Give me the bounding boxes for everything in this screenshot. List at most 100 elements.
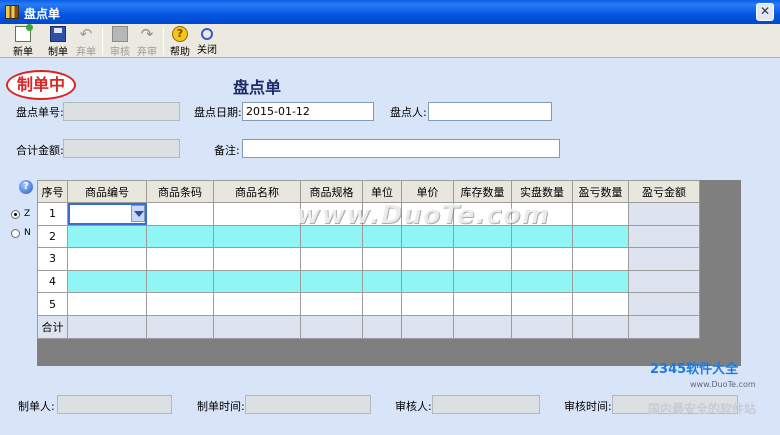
total-cell (401, 314, 454, 339)
grid-cell[interactable] (362, 247, 402, 271)
new-order-button[interactable]: 新单 (9, 24, 37, 58)
product-code-dropdown[interactable] (67, 202, 147, 226)
audit-button[interactable]: 审核 (106, 26, 134, 58)
grid-cell[interactable] (572, 247, 629, 271)
grid-cell[interactable] (146, 224, 214, 249)
grid-cell[interactable] (572, 269, 629, 294)
date-label: 盘点日期: (194, 106, 242, 119)
grid-cell[interactable] (146, 269, 214, 294)
close-button[interactable]: 关闭 (193, 26, 221, 56)
grid-cell[interactable] (300, 292, 363, 316)
grid-cell[interactable] (511, 247, 573, 271)
help-icon: ? (172, 26, 188, 42)
remark-field[interactable] (242, 139, 560, 158)
col-header-name[interactable]: 商品名称 (213, 180, 301, 203)
total-cell (146, 314, 214, 339)
radio-n-label: N (24, 228, 31, 238)
grid-cell (628, 269, 700, 294)
grid-cell[interactable] (213, 292, 301, 316)
total-amount-label: 合计金额: (16, 144, 64, 157)
table-row: 3 (37, 247, 700, 271)
col-header-code[interactable]: 商品编号 (67, 180, 147, 203)
total-amount-field[interactable] (63, 139, 180, 158)
grid-cell[interactable] (146, 247, 214, 271)
table-row: 4 (37, 269, 700, 294)
radio-z[interactable] (11, 210, 20, 219)
grid-cell[interactable] (572, 292, 629, 316)
grid-cell[interactable] (511, 269, 573, 294)
auditor-label: 审核人: (395, 400, 432, 413)
grid-cell[interactable] (213, 269, 301, 294)
toolbar-separator (163, 27, 164, 55)
grid-cell[interactable] (67, 292, 147, 316)
col-header-diff-qty[interactable]: 盈亏数量 (572, 180, 629, 203)
total-cell (511, 314, 573, 339)
undo-icon: ↶ (79, 25, 93, 43)
date-field[interactable]: 2015-01-12 (242, 102, 374, 121)
audit-icon (112, 26, 128, 42)
grid-cell[interactable] (67, 269, 147, 294)
grid-cell[interactable] (300, 247, 363, 271)
row-number: 5 (37, 292, 68, 316)
col-header-seq[interactable]: 序号 (37, 180, 68, 203)
grid-cell[interactable] (572, 202, 629, 226)
maker-label: 制单人: (18, 400, 55, 413)
grid-cell[interactable] (401, 292, 454, 316)
grid-cell[interactable] (572, 224, 629, 249)
abandon-order-button[interactable]: ↶ 弃单 (72, 25, 100, 58)
grid-cell[interactable] (362, 269, 402, 294)
window-close-button[interactable]: ✕ (756, 3, 774, 21)
grid-cell[interactable] (300, 269, 363, 294)
maker-field[interactable] (57, 395, 172, 414)
save-icon (50, 26, 66, 42)
title-bar: 盘点单 ✕ (0, 0, 780, 24)
col-header-barcode[interactable]: 商品条码 (146, 180, 214, 203)
grid-cell (628, 202, 700, 226)
grid-cell[interactable] (453, 247, 512, 271)
order-no-field[interactable] (63, 102, 180, 121)
url-watermark: www.DuoTe.com (690, 380, 756, 389)
grid-cell[interactable] (146, 292, 214, 316)
grid-cell[interactable] (213, 224, 301, 249)
total-row-label: 合计 (37, 314, 68, 339)
chevron-down-icon[interactable] (131, 205, 145, 222)
grid-cell[interactable] (67, 224, 147, 249)
row-number: 3 (37, 247, 68, 271)
radio-n[interactable] (11, 229, 20, 238)
new-document-icon (15, 24, 33, 42)
grid-help-icon[interactable]: ? (19, 180, 33, 194)
duote-watermark: www.DuoTe.com (296, 200, 550, 230)
total-cell (67, 314, 147, 339)
grid-cell[interactable] (146, 202, 214, 226)
total-cell (213, 314, 301, 339)
toolbar: 新单 制单 ↶ 弃单 审核 ↷ 弃审 ? 帮助 关闭 (0, 24, 780, 58)
grid-cell[interactable] (401, 269, 454, 294)
page-title: 盘点单 (233, 78, 282, 97)
grid-cell[interactable] (401, 247, 454, 271)
window-title: 盘点单 (24, 7, 61, 21)
grid-cell[interactable] (362, 292, 402, 316)
grid-cell[interactable] (453, 292, 512, 316)
total-row: 合计 (37, 314, 700, 339)
audit-time-label: 审核时间: (564, 400, 612, 413)
grid-cell[interactable] (511, 292, 573, 316)
make-time-label: 制单时间: (197, 400, 245, 413)
row-number: 2 (37, 224, 68, 249)
unaudit-button[interactable]: ↷ 弃审 (133, 26, 161, 58)
radio-z-label: Z (24, 209, 31, 219)
auditor-field[interactable] (432, 395, 540, 414)
status-stamp: 制单中 (6, 70, 76, 100)
grid-cell (628, 292, 700, 316)
grid-cell[interactable] (453, 269, 512, 294)
counter-field[interactable] (428, 102, 552, 121)
grid-cell[interactable] (213, 247, 301, 271)
col-header-diff-amount[interactable]: 盈亏金额 (628, 180, 700, 203)
grid-cell[interactable] (213, 202, 301, 226)
total-cell (362, 314, 402, 339)
make-order-button[interactable]: 制单 (44, 26, 72, 58)
order-no-label: 盘点单号: (16, 106, 64, 119)
grid-cell[interactable] (67, 247, 147, 271)
row-number: 1 (37, 202, 68, 226)
help-button[interactable]: ? 帮助 (166, 26, 194, 58)
make-time-field[interactable] (245, 395, 371, 414)
